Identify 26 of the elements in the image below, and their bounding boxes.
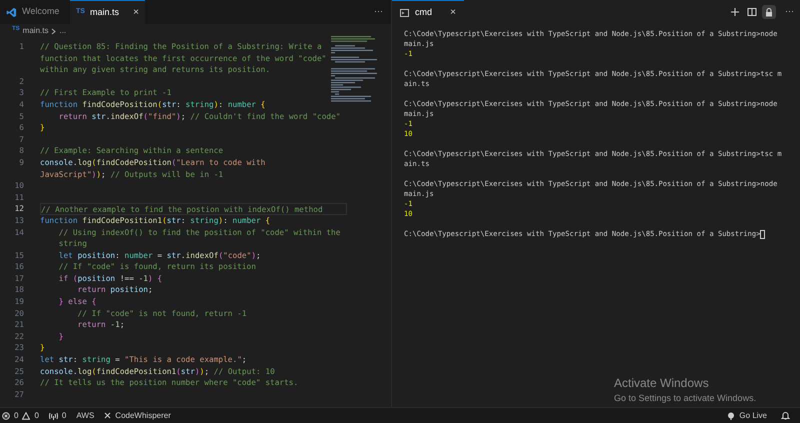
broadcast-icon (727, 412, 736, 420)
breadcrumb-more[interactable]: ... (59, 25, 66, 37)
activation-title: Activate Windows (614, 375, 710, 392)
terminal-tab[interactable]: cmd × (392, 0, 464, 24)
error-icon (2, 412, 10, 420)
error-count[interactable]: 0 (14, 410, 18, 422)
vscode-logo-icon (6, 6, 17, 18)
terminal-icon (400, 8, 409, 16)
add-icon[interactable] (730, 7, 740, 17)
close-icon (104, 412, 112, 419)
terminal-cursor (760, 230, 766, 238)
warning-count[interactable]: 0 (34, 410, 39, 422)
bell-icon[interactable] (781, 411, 790, 420)
split-icon[interactable] (747, 7, 757, 17)
lock-icon (765, 8, 773, 16)
go-live-button[interactable]: Go Live (739, 410, 767, 422)
codewhisperer-status[interactable]: CodeWhisperer (115, 410, 171, 422)
more-actions-button[interactable]: ··· (779, 5, 800, 19)
aws-status[interactable]: AWS (76, 410, 94, 422)
antenna-icon (48, 412, 58, 420)
lock-button[interactable] (762, 5, 776, 19)
activation-message: Go to Settings to activate Windows. (614, 392, 756, 405)
warning-icon (22, 412, 30, 420)
chevron-right-icon (51, 28, 56, 34)
more-actions-button[interactable]: ··· (366, 0, 391, 24)
ports-count[interactable]: 0 (62, 410, 66, 422)
